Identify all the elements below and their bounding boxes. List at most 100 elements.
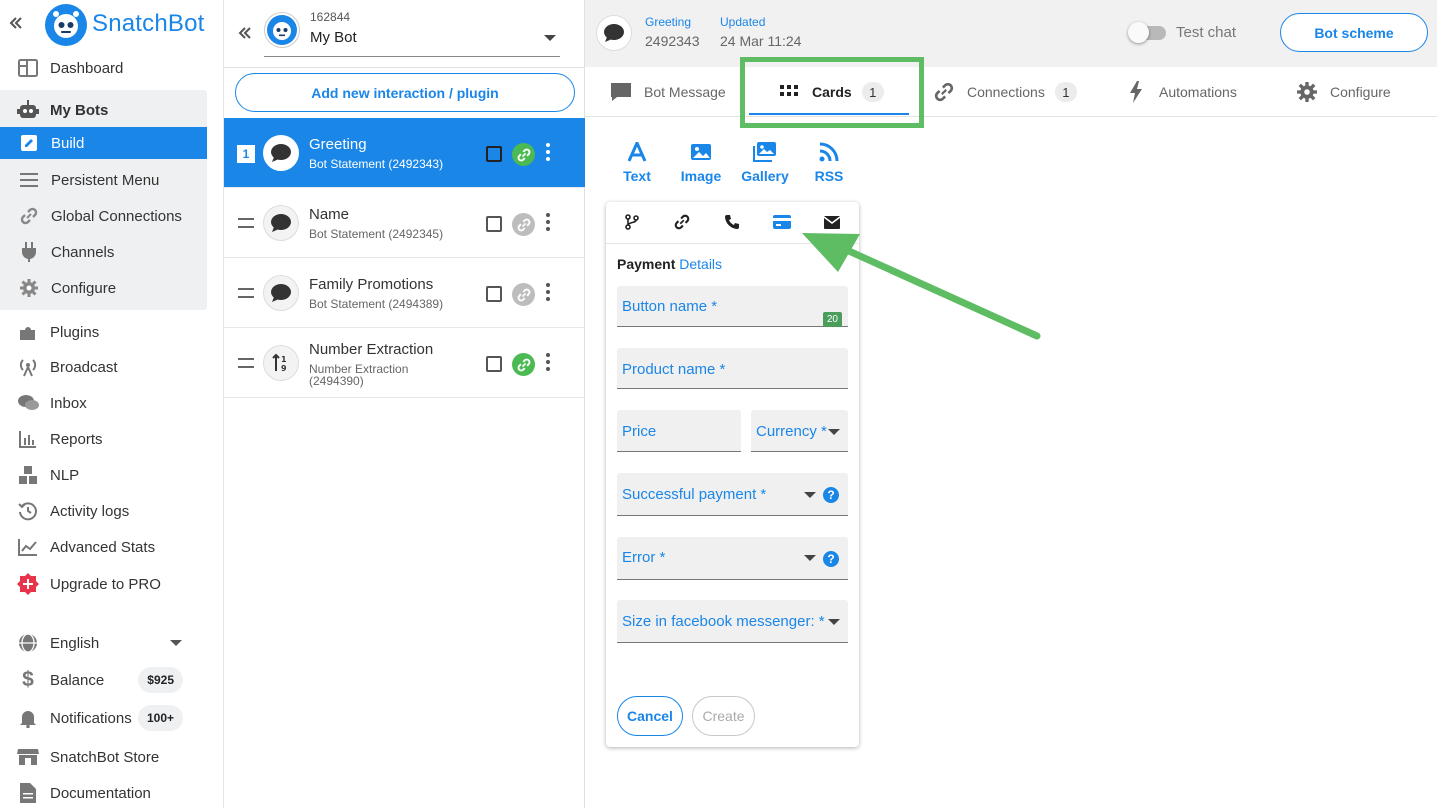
interaction-row[interactable]: Family Promotions Bot Statement (2494389… — [224, 258, 585, 328]
help-icon[interactable]: ? — [823, 487, 839, 503]
sidebar-item-documentation[interactable]: Documentation — [0, 775, 207, 811]
notifications-label: Notifications — [50, 709, 132, 727]
currency-select[interactable]: Currency * — [751, 410, 848, 452]
card-type-text[interactable]: Text — [607, 140, 667, 184]
card-type-gallery[interactable]: Gallery — [735, 140, 795, 184]
more-vertical-icon[interactable] — [545, 353, 551, 375]
sidebar-item-balance[interactable]: $ Balance $925 — [0, 662, 207, 698]
sidebar-item-advanced-stats[interactable]: Advanced Stats — [0, 529, 207, 565]
sidebar-item-plugins[interactable]: Plugins — [0, 314, 207, 350]
sidebar-item-build[interactable]: Build — [0, 127, 207, 159]
form-title-link[interactable]: Details — [679, 256, 722, 272]
sidebar-item-nlp[interactable]: NLP — [0, 457, 207, 493]
form-title-bold: Payment — [617, 256, 676, 272]
interaction-subtitle: Bot Statement (2492343) — [309, 157, 444, 171]
gear-icon — [18, 277, 40, 299]
sidebar-item-inbox[interactable]: Inbox — [0, 385, 207, 421]
sidebar-item-activity-logs[interactable]: Activity logs — [0, 493, 207, 529]
chevron-down-icon[interactable] — [544, 35, 556, 41]
phone-icon[interactable] — [722, 212, 742, 232]
interaction-row[interactable]: Name Bot Statement (2492345) — [224, 188, 585, 258]
card-type-label: Text — [623, 168, 651, 184]
price-field[interactable]: Price — [617, 410, 741, 452]
interaction-checkbox[interactable] — [486, 216, 502, 232]
bot-select[interactable]: My Bot — [310, 29, 357, 46]
interaction-id: 2492343 — [645, 33, 700, 49]
sidebar-item-channels[interactable]: Channels — [0, 234, 207, 270]
language-label: English — [50, 634, 100, 652]
sidebar-item-label: Activity logs — [50, 502, 130, 520]
bot-scheme-button[interactable]: Bot scheme — [1280, 13, 1428, 52]
cancel-button[interactable]: Cancel — [617, 696, 683, 736]
add-interaction-button[interactable]: Add new interaction / plugin — [235, 73, 575, 112]
tab-bot-message[interactable]: Bot Message — [610, 67, 726, 117]
create-button[interactable]: Create — [692, 696, 755, 736]
sidebar-item-global-connections[interactable]: Global Connections — [0, 198, 207, 234]
speech-bubble-icon — [263, 275, 299, 311]
sidebar-item-label: Broadcast — [50, 358, 118, 376]
drag-handle-icon[interactable] — [238, 218, 254, 228]
plug-icon — [18, 241, 40, 263]
tab-connections[interactable]: Connections 1 — [933, 67, 1077, 117]
sidebar-item-label: Build — [51, 134, 85, 152]
speech-bubble-icon — [263, 135, 299, 171]
sidebar-item-reports[interactable]: Reports — [0, 421, 207, 457]
interaction-editor: Greeting 2492343 Updated 24 Mar 11:24 Te… — [585, 0, 1437, 808]
sidebar-item-broadcast[interactable]: Broadcast — [0, 349, 207, 385]
bot-select-underline — [264, 56, 560, 57]
card-type-image[interactable]: Image — [671, 140, 731, 184]
tab-label: Automations — [1159, 84, 1237, 100]
interaction-checkbox[interactable] — [486, 356, 502, 372]
error-select[interactable]: Error * ? — [617, 537, 848, 580]
interaction-title: Number Extraction — [309, 341, 434, 358]
rss-icon — [819, 140, 839, 164]
sidebar-item-my-bots[interactable]: My Bots — [0, 92, 207, 128]
sidebar-item-persistent-menu[interactable]: Persistent Menu — [0, 162, 207, 198]
sidebar-item-store[interactable]: SnatchBot Store — [0, 739, 207, 775]
sidebar-item-dashboard[interactable]: Dashboard — [0, 50, 207, 86]
sidebar-item-label: Plugins — [50, 323, 100, 341]
more-vertical-icon[interactable] — [545, 283, 551, 305]
drag-handle-icon[interactable] — [238, 288, 254, 298]
language-select[interactable]: English — [0, 625, 207, 661]
link-icon[interactable] — [512, 213, 535, 236]
drag-handle-icon[interactable] — [238, 358, 254, 368]
interaction-row[interactable]: 1 Greeting Bot Statement (2492343) — [224, 118, 585, 188]
messenger-size-select[interactable]: Size in facebook messenger: * — [617, 600, 848, 643]
sidebar-item-notifications[interactable]: Notifications 100+ — [0, 700, 207, 736]
tab-configure[interactable]: Configure — [1296, 67, 1391, 117]
sidebar-item-configure[interactable]: Configure — [0, 270, 207, 306]
link-icon[interactable] — [512, 283, 535, 306]
test-chat-toggle-knob[interactable] — [1128, 22, 1149, 43]
link-icon[interactable] — [512, 353, 535, 376]
credit-card-icon[interactable] — [772, 212, 792, 232]
collapse-sidebar-icon[interactable] — [8, 15, 24, 31]
interaction-checkbox[interactable] — [486, 146, 502, 162]
envelope-icon[interactable] — [822, 212, 842, 232]
more-vertical-icon[interactable] — [545, 143, 551, 165]
history-icon — [17, 500, 39, 522]
chevron-down-icon — [804, 492, 816, 498]
interaction-row[interactable]: 19 Number Extraction Number Extraction (… — [224, 328, 585, 398]
interaction-checkbox[interactable] — [486, 286, 502, 302]
bot-id: 162844 — [310, 10, 351, 24]
tab-automations[interactable]: Automations — [1125, 67, 1237, 117]
more-vertical-icon[interactable] — [545, 213, 551, 235]
link-icon — [18, 205, 40, 227]
link-icon[interactable] — [672, 212, 692, 232]
svg-text:1: 1 — [281, 355, 287, 364]
help-icon[interactable]: ? — [823, 551, 839, 567]
bar-chart-icon — [17, 428, 39, 450]
chat-icon — [17, 392, 39, 414]
bell-icon — [17, 707, 39, 729]
branch-icon[interactable] — [622, 212, 642, 232]
card-type-rss[interactable]: RSS — [799, 140, 859, 184]
plus-badge-icon — [17, 573, 39, 595]
link-icon[interactable] — [512, 143, 535, 166]
collapse-panel-icon[interactable] — [237, 25, 253, 41]
sidebar-item-upgrade[interactable]: Upgrade to PRO — [0, 566, 207, 602]
gear-icon — [1296, 81, 1318, 103]
product-name-field[interactable]: Product name * — [617, 348, 848, 389]
interaction-title: Greeting — [309, 136, 367, 153]
successful-payment-select[interactable]: Successful payment * ? — [617, 473, 848, 516]
